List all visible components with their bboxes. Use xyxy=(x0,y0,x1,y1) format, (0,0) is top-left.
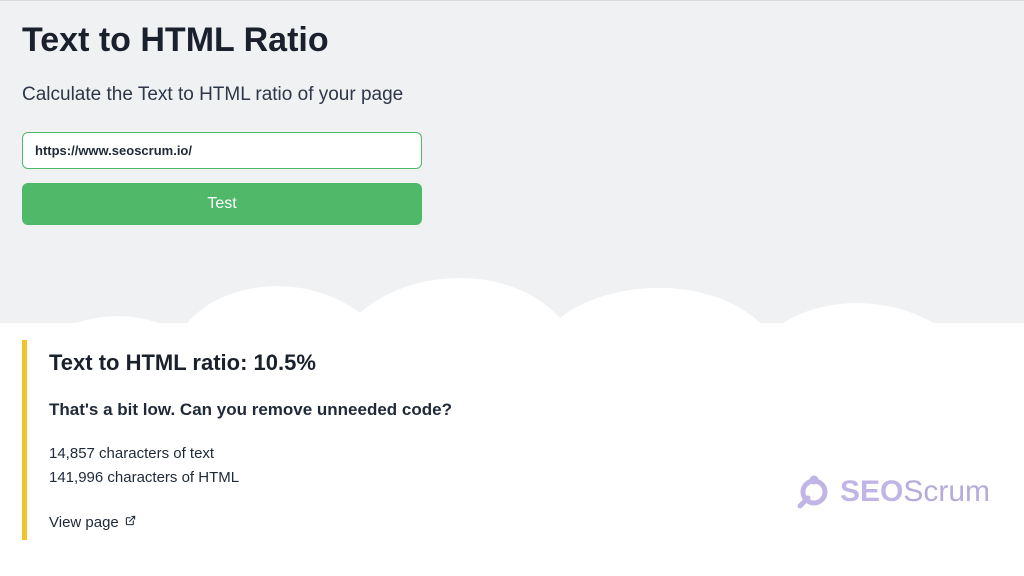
external-link-icon xyxy=(125,515,136,529)
result-title: Text to HTML ratio: 10.5% xyxy=(49,350,664,376)
brand-light: Scrum xyxy=(903,475,990,508)
ratio-value: 10.5% xyxy=(254,350,316,375)
form-controls: Test xyxy=(22,132,422,225)
stats-block: 14,857 characters of text 141,996 charac… xyxy=(49,442,664,490)
page-title: Text to HTML Ratio xyxy=(22,21,1002,60)
brand-bold: SEO xyxy=(840,475,903,508)
brand-name: SEOScrum xyxy=(840,475,990,509)
result-card: Text to HTML ratio: 10.5% That's a bit l… xyxy=(22,340,664,540)
url-input[interactable] xyxy=(22,132,422,169)
view-page-label: View page xyxy=(49,514,119,531)
brand-watermark: SEOScrum xyxy=(796,474,990,510)
text-characters: 14,857 characters of text xyxy=(49,442,664,466)
brand-logo-icon xyxy=(796,474,832,510)
result-message: That's a bit low. Can you remove unneede… xyxy=(49,400,664,420)
page-subtitle: Calculate the Text to HTML ratio of your… xyxy=(22,84,1002,106)
page-header: Text to HTML Ratio Calculate the Text to… xyxy=(0,0,1024,225)
html-characters: 141,996 characters of HTML xyxy=(49,466,664,490)
result-title-prefix: Text to HTML ratio: xyxy=(49,350,254,375)
view-page-link[interactable]: View page xyxy=(49,514,136,531)
test-button[interactable]: Test xyxy=(22,183,422,225)
